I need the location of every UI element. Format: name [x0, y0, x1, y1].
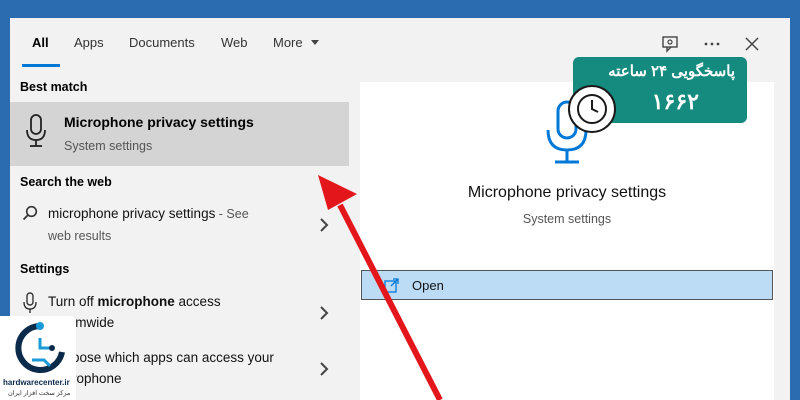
search-web-heading: Search the web [20, 175, 112, 189]
chevron-right-icon[interactable] [316, 217, 332, 233]
more-options-icon[interactable] [700, 32, 724, 56]
hardwarecenter-logo: hardwarecenter.ir مرکز سخت افزار ایران [0, 316, 76, 400]
logo-name: hardwarecenter.ir [3, 378, 70, 387]
microphone-icon [26, 114, 46, 147]
best-match-title: Microphone privacy settings [64, 114, 254, 130]
close-icon[interactable] [740, 32, 764, 56]
web-search-result[interactable]: microphone privacy settings - See web re… [10, 200, 349, 250]
settings-result-1-text: Turn off microphone access temwide [48, 291, 308, 333]
tab-more[interactable]: More [273, 35, 320, 50]
web-search-suffix: - See [215, 207, 249, 221]
active-tab-indicator [22, 64, 60, 67]
preview-title: Microphone privacy settings [467, 184, 667, 201]
settings-result-2-text: oose which apps can access your rophone [72, 347, 332, 389]
clock-phone-icon [568, 85, 616, 133]
chevron-right-icon[interactable] [316, 361, 332, 377]
web-search-query: microphone privacy settings [48, 206, 216, 221]
settings-2-line1: oose which apps can access your [72, 350, 274, 365]
settings-1-post: access [174, 294, 221, 309]
open-button-label: Open [412, 278, 444, 293]
best-match-subtitle: System settings [64, 139, 153, 153]
tab-web[interactable]: Web [221, 35, 248, 50]
chevron-down-icon [311, 40, 320, 45]
logo-subtitle: مرکز سخت افزار ایران [8, 390, 71, 397]
web-search-text: microphone privacy settings - See web re… [48, 203, 308, 247]
preview-subtitle: System settings [522, 212, 612, 226]
settings-1-pre: Turn off [48, 294, 98, 309]
support-badge-number: ۱۶۶۲ [651, 89, 699, 114]
settings-1-bold: microphone [97, 294, 175, 309]
microphone-icon [23, 292, 37, 313]
open-external-icon [384, 278, 399, 293]
circuit-logo-icon [15, 322, 65, 373]
best-match-heading: Best match [20, 80, 88, 94]
best-match-result[interactable]: Microphone privacy settings System setti… [10, 102, 349, 166]
tab-more-label: More [273, 35, 303, 50]
open-button[interactable]: Open [361, 270, 773, 300]
feedback-icon[interactable] [658, 32, 682, 56]
settings-2-line2: rophone [72, 371, 122, 386]
tab-all[interactable]: All [32, 35, 49, 50]
tab-apps[interactable]: Apps [74, 35, 104, 50]
chevron-right-icon[interactable] [316, 305, 332, 321]
support-badge-line1: پاسخگویی ۲۴ ساعته [608, 63, 735, 80]
search-icon [22, 205, 38, 221]
web-search-line2: web results [48, 229, 112, 243]
settings-heading: Settings [20, 262, 70, 276]
tab-documents[interactable]: Documents [129, 35, 195, 50]
